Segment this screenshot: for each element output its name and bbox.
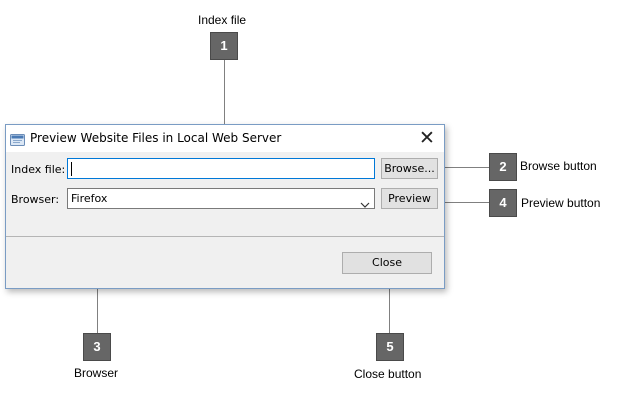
callout-badge-2: 2 — [489, 153, 517, 181]
callout-badge-4: 4 — [489, 189, 517, 217]
index-file-label: Index file: — [11, 163, 66, 176]
close-button[interactable]: Close — [342, 252, 432, 274]
text-caret — [71, 162, 72, 176]
callout-label-browse: Browse button — [520, 159, 597, 173]
callout-label-index-file: Index file — [198, 13, 247, 27]
close-icon[interactable]: ✕ — [416, 126, 438, 150]
callout-badge-5: 5 — [376, 333, 404, 361]
callout-badge-1: 1 — [210, 32, 238, 60]
chevron-down-icon — [360, 194, 370, 208]
index-file-input[interactable] — [67, 158, 375, 179]
window-app-icon — [10, 132, 25, 146]
browse-button[interactable]: Browse... — [381, 158, 438, 179]
browser-select[interactable]: Firefox — [67, 188, 375, 209]
browser-label: Browser: — [11, 193, 60, 206]
browser-selected-value: Firefox — [71, 192, 108, 205]
title-bar[interactable]: Preview Website Files in Local Web Serve… — [6, 125, 444, 152]
callout-label-preview: Preview button — [521, 196, 601, 210]
callout-label-browser: Browser — [74, 366, 119, 380]
preview-button[interactable]: Preview — [381, 188, 438, 209]
callout-label-close: Close button — [354, 367, 422, 381]
separator — [6, 236, 444, 237]
callout-badge-3: 3 — [83, 333, 111, 361]
window-title: Preview Website Files in Local Web Serve… — [30, 131, 282, 145]
preview-dialog: Preview Website Files in Local Web Serve… — [5, 124, 445, 289]
